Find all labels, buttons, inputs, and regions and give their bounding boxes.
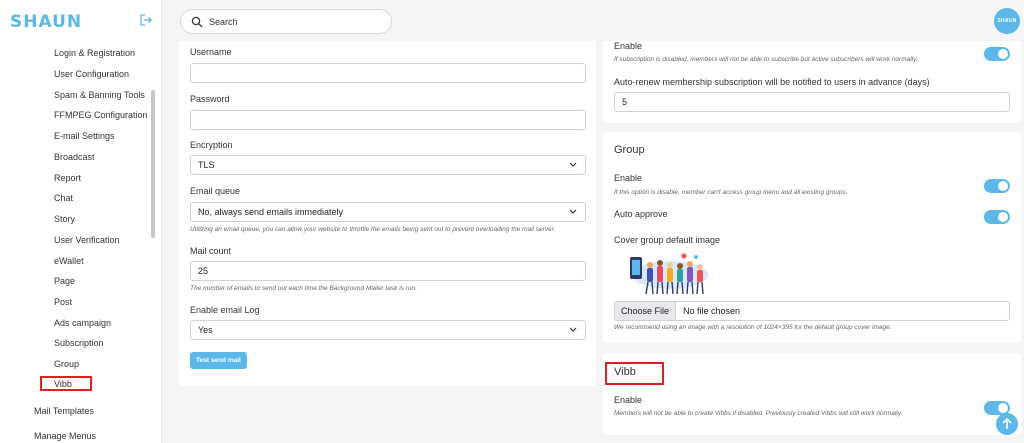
file-status: No file chosen (683, 306, 741, 316)
sidebar-item-ads-campaign[interactable]: Ads campaign (54, 318, 111, 328)
sidebar-item-user-configuration[interactable]: User Configuration (54, 69, 129, 79)
sidebar-item-ffmpeg[interactable]: FFMPEG Configuration (54, 110, 148, 120)
mail-count-help: The number of emails to send out each ti… (190, 285, 417, 292)
subscription-enable-help: If subscription is disabled, members wil… (614, 56, 918, 63)
group-enable-label: Enable (614, 173, 643, 183)
sidebar-item-report[interactable]: Report (54, 173, 81, 183)
email-queue-select[interactable]: No, always send emails immediately (190, 202, 586, 222)
email-log-select[interactable]: Yes (190, 320, 586, 340)
cover-image-help: We recommend using an image with a resol… (614, 324, 892, 331)
sidebar-item-email-settings[interactable]: E-mail Settings (54, 131, 115, 141)
username-input[interactable] (190, 63, 586, 83)
subscription-enable-toggle[interactable] (984, 47, 1010, 61)
sidebar-item-chat[interactable]: Chat (54, 193, 73, 203)
vibb-enable-label: Enable (614, 395, 643, 405)
sidebar-item-broadcast[interactable]: Broadcast (54, 152, 95, 162)
chevron-down-icon (569, 209, 577, 214)
mail-count-input[interactable]: 25 (190, 261, 586, 281)
auto-approve-label: Auto approve (614, 209, 668, 219)
scroll-to-top-button[interactable] (996, 413, 1018, 435)
group-title: Group (614, 144, 645, 156)
arrow-up-icon (1002, 417, 1012, 429)
vibb-title-highlight-box (605, 362, 664, 385)
search-input[interactable]: Search (180, 9, 392, 34)
sidebar-item-user-verification[interactable]: User Verification (54, 235, 120, 245)
sidebar-scrollbar[interactable] (151, 90, 155, 238)
password-input[interactable] (190, 110, 586, 130)
sidebar-item-spam-banning[interactable]: Spam & Banning Tools (54, 90, 145, 100)
search-placeholder: Search (209, 17, 238, 27)
sidebar-item-page[interactable]: Page (54, 276, 75, 286)
email-queue-help: Utilizing an email queue, you can allow … (190, 226, 556, 233)
sidebar-item-subscription[interactable]: Subscription (54, 338, 104, 348)
avatar[interactable]: SHAUN (994, 8, 1020, 34)
group-enable-toggle[interactable] (984, 179, 1010, 193)
mail-settings-card: Username Password Encryption TLS Email q… (179, 41, 596, 386)
email-queue-label: Email queue (190, 186, 241, 196)
sidebar-item-post[interactable]: Post (54, 297, 72, 307)
test-send-mail-button[interactable]: Test send mail (190, 352, 247, 369)
choose-file-button[interactable]: Choose File (615, 302, 676, 320)
auto-approve-toggle[interactable] (984, 210, 1010, 224)
chevron-down-icon (569, 162, 577, 167)
sidebar-item-story[interactable]: Story (54, 214, 75, 224)
email-log-label: Enable email Log (190, 305, 260, 315)
encryption-select[interactable]: TLS (190, 155, 586, 175)
sidebar-item-group[interactable]: Group (54, 359, 79, 369)
subscription-card: Enable If subscription is disabled, memb… (603, 41, 1021, 123)
vibb-highlight-box (40, 376, 92, 391)
cover-file-input[interactable]: Choose File No file chosen (614, 301, 1010, 321)
top-bar: Search SHAUN (162, 0, 1024, 41)
logout-icon[interactable] (139, 13, 153, 27)
sidebar-item-login-registration[interactable]: Login & Registration (54, 48, 135, 58)
auto-renew-input[interactable]: 5 (614, 92, 1010, 112)
logo[interactable]: SHAUN (10, 12, 82, 32)
sidebar: SHAUN Login & Registration User Configur… (0, 0, 162, 443)
password-label: Password (190, 94, 230, 104)
sidebar-item-ewallet[interactable]: eWallet (54, 256, 84, 266)
encryption-label: Encryption (190, 140, 233, 150)
group-enable-help: If this option is disable, member can't … (614, 189, 848, 196)
encryption-value: TLS (198, 160, 215, 170)
mail-count-label: Mail count (190, 246, 232, 256)
email-queue-value: No, always send emails immediately (198, 207, 344, 217)
email-log-value: Yes (198, 325, 213, 335)
chevron-down-icon (569, 327, 577, 332)
subscription-enable-label: Enable (614, 41, 643, 51)
sidebar-item-mail-templates[interactable]: Mail Templates (34, 406, 94, 416)
group-cover-image (630, 253, 708, 295)
auto-renew-label: Auto-renew membership subscription will … (614, 77, 930, 87)
sidebar-item-manage-menus[interactable]: Manage Menus (34, 431, 96, 441)
vibb-enable-help: Members will not be able to create Vibbs… (614, 410, 903, 417)
search-icon (191, 16, 203, 28)
group-card: Group Enable If this option is disable, … (603, 132, 1021, 343)
cover-image-label: Cover group default image (614, 235, 721, 245)
vibb-card: Vibb Enable Members will not be able to … (603, 353, 1021, 435)
username-label: Username (190, 47, 232, 57)
